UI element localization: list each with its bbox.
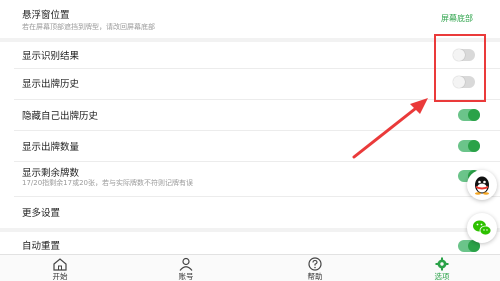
more-settings-title: 更多设置 — [22, 208, 61, 219]
home-icon — [53, 258, 67, 271]
tab-help[interactable]: 帮助 — [285, 255, 345, 281]
tab-label: 账号 — [178, 272, 194, 281]
floating-position-section: 悬浮窗位置 若在屏幕顶部遮挡到牌型，请改回屏幕底部 屏幕底部 — [0, 0, 500, 38]
tab-label: 选项 — [434, 272, 450, 281]
more-settings-row[interactable]: 更多设置 — [0, 197, 500, 228]
setting-title: 显示出牌历史 — [22, 79, 80, 90]
user-icon — [179, 257, 193, 271]
tab-start[interactable]: 开始 — [30, 255, 90, 281]
setting-row-show-history: 显示出牌历史 — [0, 69, 500, 95]
help-icon — [308, 257, 322, 271]
floating-position-title: 悬浮窗位置 — [22, 10, 70, 21]
setting-title: 隐藏自己出牌历史 — [22, 111, 99, 122]
qq-share-button[interactable] — [467, 170, 497, 200]
setting-title: 显示出牌数量 — [22, 142, 80, 153]
hide-own-history-toggle[interactable] — [458, 109, 480, 121]
settings-icon — [435, 257, 449, 271]
auto-reset-title: 自动重置 — [22, 241, 61, 252]
wechat-share-button[interactable] — [467, 213, 497, 243]
tab-account[interactable]: 账号 — [156, 255, 216, 281]
tab-label: 帮助 — [307, 272, 323, 281]
tab-options[interactable]: 选项 — [412, 255, 472, 281]
setting-row-show-recognition: 显示识别结果 — [0, 42, 500, 68]
setting-row-auto-reset: 自动重置 — [0, 232, 500, 254]
show-count-toggle[interactable] — [458, 140, 480, 152]
setting-row-show-remaining: 显示剩余牌数 17/20指剩余17或20张，若与实际牌数不符则记牌有误 — [0, 162, 500, 196]
annotation-highlight-box — [434, 34, 486, 102]
qq-icon — [475, 176, 489, 195]
annotation-arrow-icon — [352, 98, 428, 159]
setting-title: 显示剩余牌数 — [22, 168, 80, 179]
floating-position-row[interactable]: 悬浮窗位置 若在屏幕顶部遮挡到牌型，请改回屏幕底部 屏幕底部 — [0, 0, 500, 38]
floating-position-value[interactable]: 屏幕底部 — [441, 13, 473, 24]
bottom-tab-bar: 开始 账号 帮助 选项 — [0, 254, 500, 281]
setting-subtitle: 17/20指剩余17或20张，若与实际牌数不符则记牌有误 — [22, 179, 193, 187]
floating-position-subtitle: 若在屏幕顶部遮挡到牌型，请改回屏幕底部 — [22, 23, 155, 31]
tab-label: 开始 — [52, 272, 68, 281]
setting-title: 显示识别结果 — [22, 51, 80, 62]
auto-reset-section: 自动重置 — [0, 232, 500, 254]
wechat-icon — [473, 220, 492, 236]
